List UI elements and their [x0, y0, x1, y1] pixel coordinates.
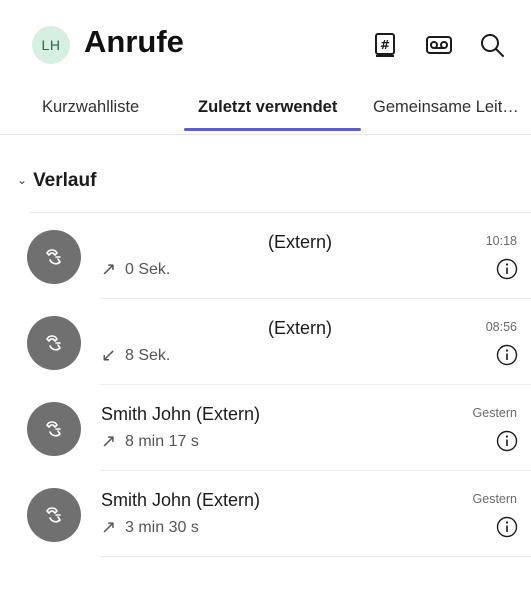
call-details: ↙ 8 Sek.	[101, 345, 170, 366]
call-duration: 3 min 30 s	[125, 518, 199, 536]
call-duration: 8 Sek.	[125, 346, 171, 364]
tab-kurzwahlliste[interactable]: Kurzwahlliste	[42, 98, 139, 117]
call-details: ↗ 0 Sek.	[101, 259, 170, 280]
page-title: Anrufe	[84, 24, 184, 59]
divider	[100, 298, 531, 299]
call-name: (Extern)	[268, 232, 333, 252]
divider	[100, 470, 531, 471]
divider	[100, 556, 531, 557]
call-name: Smith John (Extern)	[101, 490, 261, 510]
call-details: ↗ 8 min 17 s	[101, 431, 199, 452]
call-name: (Extern)	[268, 318, 333, 338]
call-row[interactable]: Smith John (Extern) ↗ 3 min 30 s Gestern	[0, 470, 531, 556]
outgoing-call-arrow-icon: ↗	[101, 517, 117, 537]
dialpad-book-icon[interactable]: #	[370, 30, 400, 60]
divider	[100, 384, 531, 385]
contact-avatar	[27, 488, 81, 542]
tab-zuletzt-verwendet[interactable]: Zuletzt verwendet	[198, 98, 337, 117]
call-time: Gestern	[472, 492, 517, 506]
chevron-down-icon: ⌄	[17, 173, 28, 187]
info-icon[interactable]	[496, 430, 518, 452]
call-duration: 0 Sek.	[125, 260, 171, 278]
info-icon[interactable]	[496, 344, 518, 366]
phone-call-icon	[46, 335, 62, 351]
app-header: LH Anrufe #	[0, 0, 531, 90]
incoming-call-arrow-icon: ↙	[101, 345, 117, 365]
svg-text:#: #	[380, 38, 390, 52]
contact-avatar	[27, 316, 81, 370]
call-row[interactable]: (Extern) ↗ 0 Sek. 10:18	[0, 212, 531, 298]
outgoing-call-arrow-icon: ↗	[101, 431, 117, 451]
call-name: Smith John (Extern)	[101, 404, 261, 424]
outgoing-call-arrow-icon: ↗	[101, 259, 117, 279]
call-time: 10:18	[485, 234, 517, 248]
contact-avatar	[27, 230, 81, 284]
call-details: ↗ 3 min 30 s	[101, 517, 199, 538]
section-header-verlauf[interactable]: ⌄ Verlauf	[17, 170, 96, 192]
call-duration: 8 min 17 s	[125, 432, 199, 450]
voicemail-icon[interactable]	[424, 30, 454, 60]
info-icon[interactable]	[496, 258, 518, 280]
info-icon[interactable]	[496, 516, 518, 538]
phone-call-icon	[46, 421, 62, 437]
phone-call-icon	[46, 249, 62, 265]
phone-call-icon	[46, 507, 62, 523]
user-avatar[interactable]: LH	[32, 26, 70, 64]
call-time: 08:56	[485, 320, 517, 334]
call-row[interactable]: (Extern) ↙ 8 Sek. 08:56	[0, 298, 531, 384]
tab-bar: Kurzwahlliste Zuletzt verwendet Gemeinsa…	[0, 90, 531, 135]
search-icon[interactable]	[477, 30, 507, 60]
call-row[interactable]: Smith John (Extern) ↗ 8 min 17 s Gestern	[0, 384, 531, 470]
tab-gemeinsame-leitungen[interactable]: Gemeinsame Leit…	[373, 98, 519, 117]
active-tab-indicator	[184, 128, 361, 131]
section-title: Verlauf	[33, 170, 97, 191]
contact-avatar	[27, 402, 81, 456]
call-time: Gestern	[472, 406, 517, 420]
